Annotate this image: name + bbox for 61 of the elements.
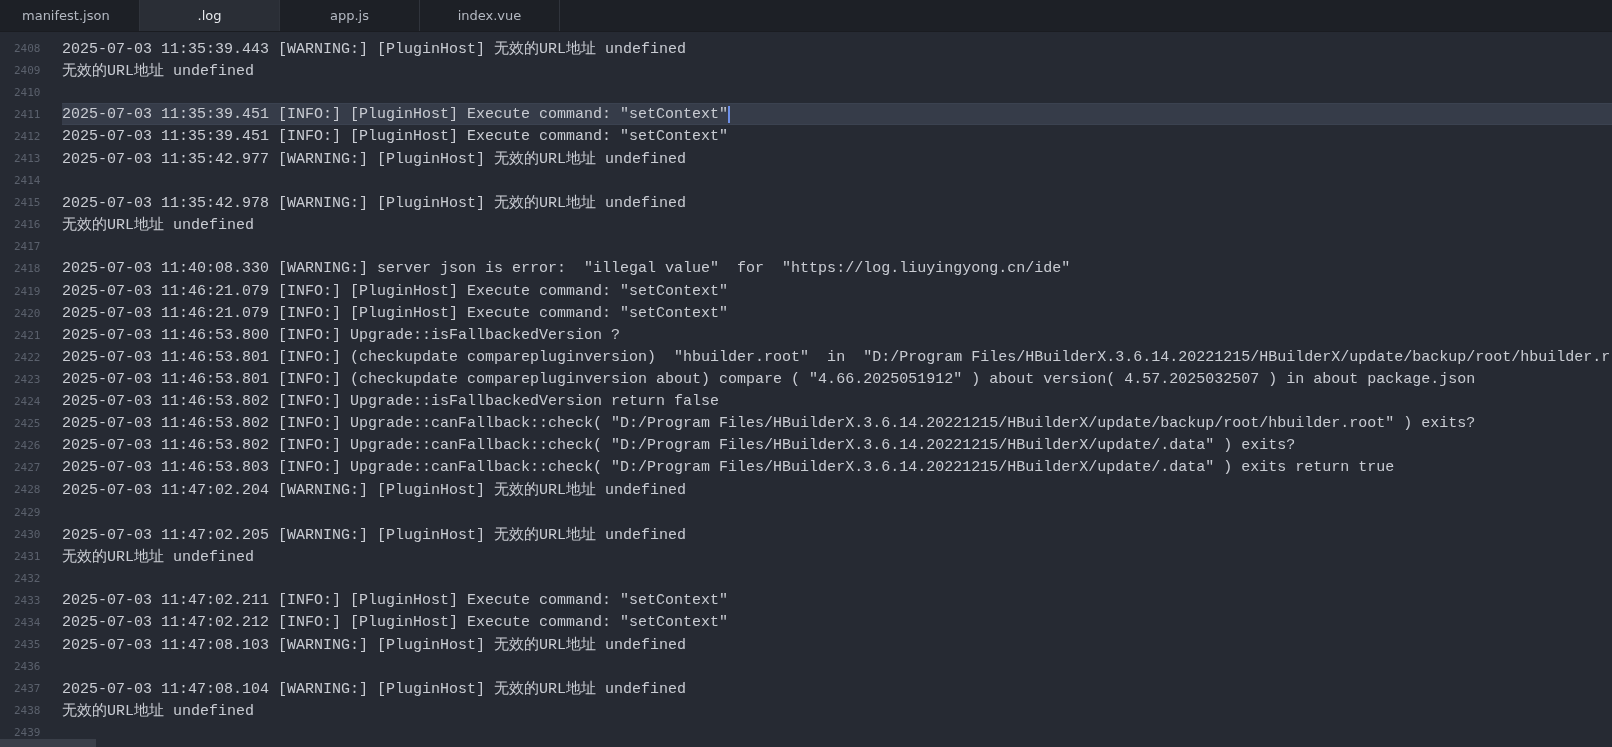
log-line: 2025-07-03 11:46:53.801 [INFO:] (checkupdate comparepluginversion) "hbuilder.root" in "D:/Program Files/HBuilderX.3.6.14.20221215/HBuilderX/update/backup/root/hbuilder.r bbox=[62, 348, 1611, 366]
log-line: 2025-07-03 11:35:42.977 [WARNING:] [PluginHost] 无效的URL地址 undefined bbox=[62, 149, 687, 168]
line-number: 2413 bbox=[13, 152, 42, 165]
log-line: 2025-07-03 11:46:53.802 [INFO:] Upgrade::canFallback::check( "D:/Program Files/HBuilderX.3.6.14.20221215/HBuilderX/update/.data" ) exits? bbox=[62, 437, 1296, 455]
line-number: 2438 bbox=[13, 704, 42, 718]
line-number: 2424 bbox=[13, 395, 42, 409]
line-number: 2419 bbox=[13, 284, 42, 298]
file-tab[interactable]: app.js bbox=[280, 0, 420, 31]
log-line: 无效的URL地址 undefined bbox=[62, 701, 255, 721]
log-line: 2025-07-03 11:46:21.079 [INFO:] [PluginHost] Execute command: "setContext" bbox=[62, 304, 729, 322]
line-number: 2429 bbox=[13, 505, 42, 519]
line-number: 2415 bbox=[13, 196, 42, 210]
line-number: 2427 bbox=[13, 461, 42, 475]
line-number: 2426 bbox=[13, 439, 42, 453]
log-line: 2025-07-03 11:46:53.802 [INFO:] Upgrade::isFallbackedVersion return false bbox=[62, 393, 720, 411]
line-number: 2417 bbox=[13, 240, 42, 254]
line-number: 2412 bbox=[13, 129, 42, 143]
line-number: 2422 bbox=[13, 350, 42, 364]
text-cursor bbox=[728, 105, 731, 123]
line-number: 2436 bbox=[13, 660, 42, 674]
line-number: 2432 bbox=[13, 571, 42, 585]
file-tab[interactable]: index.vue bbox=[420, 0, 560, 31]
line-number: 2435 bbox=[13, 638, 42, 652]
line-number: 2420 bbox=[13, 306, 42, 320]
log-line: 2025-07-03 11:35:39.443 [WARNING:] [PluginHost] 无效的URL地址 undefined bbox=[62, 39, 687, 58]
line-number: 2421 bbox=[13, 328, 42, 342]
line-number: 2418 bbox=[13, 262, 42, 276]
line-number: 2408 bbox=[13, 41, 42, 55]
line-number: 2409 bbox=[13, 63, 42, 77]
log-line: 2025-07-03 11:47:02.211 [INFO:] [PluginHost] Execute command: "setContext" bbox=[62, 591, 729, 609]
line-number: 2414 bbox=[13, 174, 42, 188]
log-line: 2025-07-03 11:40:08.330 [WARNING:] server json is error: "illegal value" for "https://log.liuyingyong.cn/ide" bbox=[62, 260, 1071, 278]
log-line: 2025-07-03 11:46:53.803 [INFO:] Upgrade::canFallback::check( "D:/Program Files/HBuilderX.3.6.14.20221215/HBuilderX/update/.data" ) exits return true bbox=[62, 459, 1395, 477]
line-number: 2428 bbox=[13, 483, 42, 497]
log-line: 2025-07-03 11:35:42.978 [WARNING:] [PluginHost] 无效的URL地址 undefined bbox=[62, 193, 687, 213]
line-number: 2434 bbox=[13, 616, 42, 629]
line-number: 2431 bbox=[13, 549, 42, 563]
log-line: 2025-07-03 11:47:02.204 [WARNING:] [PluginHost] 无效的URL地址 undefined bbox=[62, 480, 687, 500]
line-number: 2439 bbox=[13, 726, 42, 740]
line-number: 2423 bbox=[13, 372, 42, 386]
line-number: 2425 bbox=[13, 417, 42, 431]
log-line: 无效的URL地址 undefined bbox=[62, 61, 255, 80]
log-line: 2025-07-03 11:47:08.104 [WARNING:] [PluginHost] 无效的URL地址 undefined bbox=[62, 679, 687, 699]
file-tab[interactable]: .log bbox=[140, 0, 280, 31]
log-line: 2025-07-03 11:35:39.451 [INFO:] [PluginHost] Execute command: "setContext" bbox=[62, 105, 729, 123]
line-number: 2410 bbox=[13, 85, 42, 99]
line-number: 2430 bbox=[13, 527, 42, 541]
log-line: 2025-07-03 11:47:02.205 [WARNING:] [PluginHost] 无效的URL地址 undefined bbox=[62, 525, 687, 544]
log-line: 2025-07-03 11:46:53.800 [INFO:] Upgrade::isFallbackedVersion ? bbox=[62, 326, 621, 344]
log-line: 无效的URL地址 undefined bbox=[62, 547, 255, 566]
log-line: 2025-07-03 11:35:39.451 [INFO:] [PluginHost] Execute command: "setContext" bbox=[62, 127, 729, 145]
log-line: 2025-07-03 11:47:02.212 [INFO:] [PluginHost] Execute command: "setContext" bbox=[62, 614, 729, 631]
line-number: 2411 bbox=[13, 107, 42, 121]
log-line: 2025-07-03 11:46:53.801 [INFO:] (checkupdate comparepluginversion about) compare ( "4.66.2025051912" ) about version( 4.57.2025032507 ) in about package.json bbox=[62, 370, 1476, 388]
log-line: 2025-07-03 11:46:53.802 [INFO:] Upgrade::canFallback::check( "D:/Program Files/HBuilderX.3.6.14.20221215/HBuilderX/update/backup/root/hbuilder.root" ) exits? bbox=[62, 415, 1476, 433]
log-line: 2025-07-03 11:47:08.103 [WARNING:] [PluginHost] 无效的URL地址 undefined bbox=[62, 635, 687, 655]
log-line: 无效的URL地址 undefined bbox=[62, 215, 255, 235]
line-number: 2437 bbox=[13, 682, 42, 696]
line-number: 2416 bbox=[13, 218, 42, 232]
log-line: 2025-07-03 11:46:21.079 [INFO:] [PluginHost] Execute command: "setContext" bbox=[62, 282, 729, 300]
line-number: 2433 bbox=[13, 593, 42, 607]
